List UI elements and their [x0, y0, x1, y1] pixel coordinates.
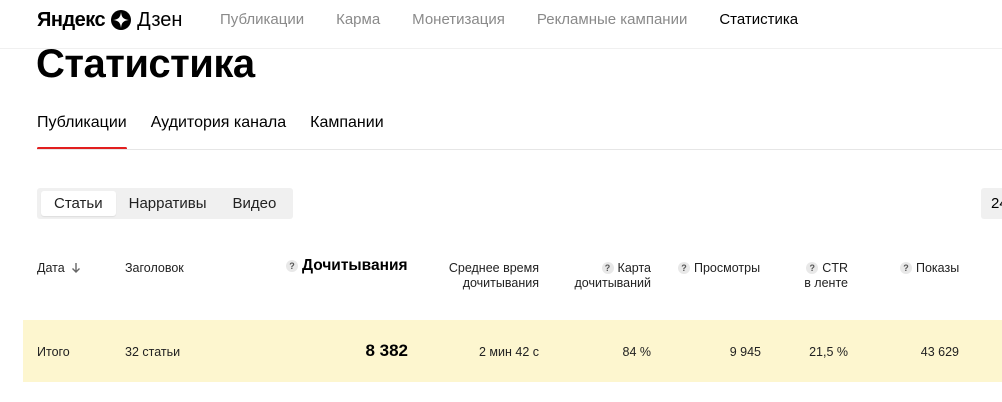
tab-publications[interactable]: Публикации: [37, 114, 127, 150]
nav-ad-campaigns[interactable]: Рекламные кампании: [537, 11, 687, 28]
nav-monetization[interactable]: Монетизация: [412, 11, 505, 28]
segment-articles[interactable]: Статьи: [41, 191, 116, 216]
tab-audience[interactable]: Аудитория канала: [151, 114, 286, 150]
help-icon[interactable]: ?: [900, 262, 912, 274]
column-avg-time-line1: Среднее время: [448, 261, 539, 275]
column-ctr-line2: в ленте: [804, 276, 848, 290]
total-views: 9 945: [729, 345, 761, 359]
column-avg-time-line2: дочитывания: [462, 276, 539, 290]
column-impressions[interactable]: ? Показы: [900, 261, 959, 276]
logo[interactable]: Яндекс Дзен: [37, 7, 182, 33]
column-views-label: Просмотры: [694, 261, 761, 275]
help-icon[interactable]: ?: [806, 262, 819, 274]
column-avg-time[interactable]: Среднее время дочитывания: [420, 261, 539, 291]
segment-narratives[interactable]: Нарративы: [116, 191, 220, 216]
column-ctr[interactable]: ? CTR в ленте: [780, 261, 848, 291]
period-selector[interactable]: 24: [981, 188, 1002, 219]
column-date[interactable]: Дата: [37, 261, 81, 278]
help-icon[interactable]: ?: [286, 260, 298, 272]
column-readthroughs[interactable]: ? Дочитывания: [286, 258, 408, 274]
nav-statistics[interactable]: Статистика: [719, 11, 798, 28]
column-map-line1: Карта: [617, 261, 651, 275]
tabs-divider: [37, 149, 1002, 150]
sort-down-arrow-icon: [71, 262, 81, 278]
column-readthroughs-label: Дочитывания: [302, 257, 408, 274]
logo-dzen-text: Дзен: [137, 8, 183, 31]
total-avg-time: 2 мин 42 с: [478, 345, 539, 359]
page-title: Статистика: [36, 42, 255, 86]
segment-video[interactable]: Видео: [220, 191, 290, 216]
section-tabs: Публикации Аудитория канала Кампании: [37, 114, 408, 150]
logo-yandex-text: Яндекс: [37, 8, 106, 31]
total-impressions: 43 629: [920, 345, 959, 359]
total-label: Итого: [37, 345, 70, 359]
help-icon[interactable]: ?: [678, 262, 690, 274]
column-title[interactable]: Заголовок: [125, 261, 184, 276]
top-nav: Публикации Карма Монетизация Рекламные к…: [220, 11, 830, 28]
total-readthroughs: 8 382: [365, 341, 408, 360]
nav-karma[interactable]: Карма: [336, 11, 380, 28]
total-title-count: 32 статьи: [125, 345, 181, 359]
help-icon[interactable]: ?: [601, 262, 614, 274]
column-date-label: Дата: [37, 261, 65, 275]
column-map-line2: дочитываний: [574, 276, 652, 290]
total-ctr: 21,5 %: [809, 345, 848, 359]
dzen-logo-icon: [111, 10, 132, 30]
column-impressions-label: Показы: [916, 261, 960, 275]
tab-campaigns[interactable]: Кампании: [310, 114, 384, 150]
total-map: 84 %: [622, 345, 652, 359]
content-type-switch: Статьи Нарративы Видео: [37, 188, 294, 219]
column-map[interactable]: ? Карта дочитываний: [560, 261, 652, 291]
nav-publications[interactable]: Публикации: [220, 11, 304, 28]
column-views[interactable]: ? Просмотры: [678, 261, 760, 276]
column-ctr-line1: CTR: [822, 261, 848, 275]
